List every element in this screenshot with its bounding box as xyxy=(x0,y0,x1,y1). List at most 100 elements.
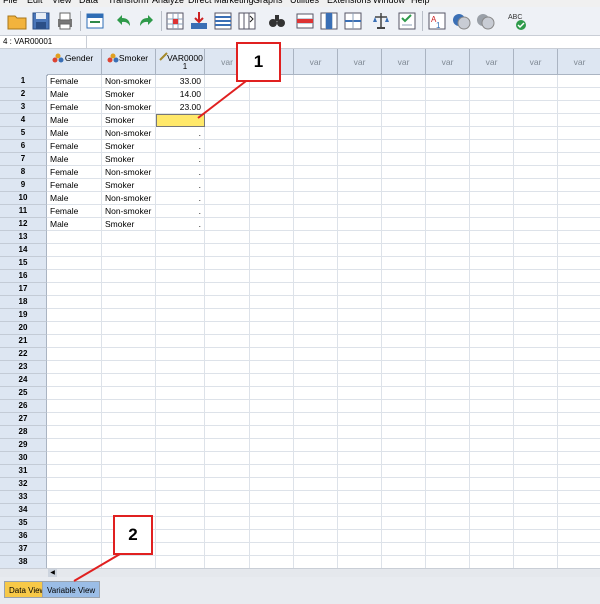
table-cell[interactable] xyxy=(338,244,382,257)
column-header-smoker[interactable]: Smoker xyxy=(102,49,156,75)
table-cell[interactable] xyxy=(250,322,294,335)
table-cell[interactable] xyxy=(558,387,600,400)
table-cell[interactable] xyxy=(338,400,382,413)
table-cell[interactable] xyxy=(470,270,514,283)
table-cell[interactable] xyxy=(156,400,205,413)
table-cell[interactable] xyxy=(426,127,470,140)
table-cell[interactable] xyxy=(514,452,558,465)
table-cell[interactable] xyxy=(382,322,426,335)
table-cell[interactable] xyxy=(558,127,600,140)
row-header[interactable]: 20 xyxy=(0,322,47,335)
table-cell[interactable] xyxy=(514,192,558,205)
table-cell[interactable] xyxy=(250,257,294,270)
table-cell[interactable] xyxy=(294,205,338,218)
table-cell[interactable]: . xyxy=(156,192,205,205)
table-cell[interactable] xyxy=(470,309,514,322)
table-cell[interactable] xyxy=(426,153,470,166)
table-cell[interactable] xyxy=(47,465,102,478)
row-header[interactable]: 18 xyxy=(0,296,47,309)
show-all-variables-icon[interactable] xyxy=(474,10,496,32)
table-cell[interactable] xyxy=(382,270,426,283)
table-cell[interactable] xyxy=(47,452,102,465)
table-cell[interactable] xyxy=(470,465,514,478)
table-cell[interactable] xyxy=(294,88,338,101)
insert-variable-icon[interactable] xyxy=(318,10,340,32)
table-cell[interactable] xyxy=(514,361,558,374)
row-header[interactable]: 4 xyxy=(0,114,47,127)
table-cell[interactable] xyxy=(558,283,600,296)
table-cell[interactable] xyxy=(294,361,338,374)
table-cell[interactable] xyxy=(558,244,600,257)
table-cell[interactable] xyxy=(250,556,294,568)
table-cell[interactable] xyxy=(558,465,600,478)
select-cases-icon[interactable] xyxy=(396,10,418,32)
table-cell[interactable] xyxy=(156,348,205,361)
weight-cases-icon[interactable] xyxy=(370,10,392,32)
table-cell[interactable] xyxy=(102,296,156,309)
table-cell[interactable] xyxy=(250,114,294,127)
table-cell[interactable] xyxy=(294,270,338,283)
goto-variable-icon[interactable] xyxy=(188,10,210,32)
row-header[interactable]: 6 xyxy=(0,140,47,153)
column-header-var-placeholder[interactable]: var xyxy=(558,49,600,75)
table-cell[interactable] xyxy=(338,257,382,270)
table-cell[interactable] xyxy=(294,127,338,140)
table-cell[interactable] xyxy=(294,296,338,309)
table-cell[interactable] xyxy=(514,322,558,335)
table-cell[interactable] xyxy=(558,426,600,439)
table-cell[interactable] xyxy=(294,439,338,452)
table-cell[interactable] xyxy=(338,322,382,335)
table-cell[interactable] xyxy=(156,244,205,257)
table-cell[interactable] xyxy=(338,348,382,361)
tab-variable-view[interactable]: Variable View xyxy=(42,581,101,598)
table-cell[interactable] xyxy=(294,283,338,296)
table-cell[interactable] xyxy=(205,218,250,231)
table-cell[interactable] xyxy=(47,348,102,361)
row-header[interactable]: 13 xyxy=(0,231,47,244)
table-cell[interactable] xyxy=(426,465,470,478)
table-cell[interactable] xyxy=(156,426,205,439)
table-cell[interactable] xyxy=(294,504,338,517)
table-cell[interactable] xyxy=(250,517,294,530)
table-cell[interactable] xyxy=(250,335,294,348)
table-cell[interactable] xyxy=(250,530,294,543)
table-cell[interactable] xyxy=(294,101,338,114)
table-cell[interactable] xyxy=(514,309,558,322)
table-cell[interactable] xyxy=(426,335,470,348)
table-cell[interactable] xyxy=(102,335,156,348)
table-cell[interactable] xyxy=(470,439,514,452)
table-cell[interactable]: Non-smoker xyxy=(102,205,156,218)
table-cell[interactable] xyxy=(102,426,156,439)
table-cell[interactable] xyxy=(250,400,294,413)
table-cell[interactable] xyxy=(102,439,156,452)
table-cell[interactable] xyxy=(470,413,514,426)
table-cell[interactable] xyxy=(47,283,102,296)
table-cell[interactable] xyxy=(47,322,102,335)
table-cell[interactable] xyxy=(426,75,470,88)
menu-utilities[interactable]: Utilities xyxy=(290,0,319,5)
row-header[interactable]: 2 xyxy=(0,88,47,101)
table-cell[interactable] xyxy=(514,127,558,140)
table-cell[interactable] xyxy=(294,231,338,244)
table-cell[interactable] xyxy=(47,400,102,413)
table-cell[interactable] xyxy=(338,88,382,101)
menu-file[interactable]: File xyxy=(3,0,18,5)
table-cell[interactable] xyxy=(250,543,294,556)
table-cell[interactable] xyxy=(250,179,294,192)
table-cell[interactable] xyxy=(156,452,205,465)
table-cell[interactable] xyxy=(47,387,102,400)
table-cell[interactable] xyxy=(294,166,338,179)
table-cell[interactable] xyxy=(558,478,600,491)
table-cell[interactable] xyxy=(514,218,558,231)
table-cell[interactable] xyxy=(338,478,382,491)
table-cell[interactable] xyxy=(558,361,600,374)
table-cell[interactable]: Female xyxy=(47,101,102,114)
table-cell[interactable] xyxy=(470,218,514,231)
table-cell[interactable] xyxy=(156,413,205,426)
table-cell[interactable] xyxy=(338,426,382,439)
table-cell[interactable] xyxy=(102,244,156,257)
table-cell[interactable] xyxy=(205,322,250,335)
table-cell[interactable] xyxy=(338,218,382,231)
row-header[interactable]: 1 xyxy=(0,75,47,88)
table-cell[interactable] xyxy=(156,491,205,504)
